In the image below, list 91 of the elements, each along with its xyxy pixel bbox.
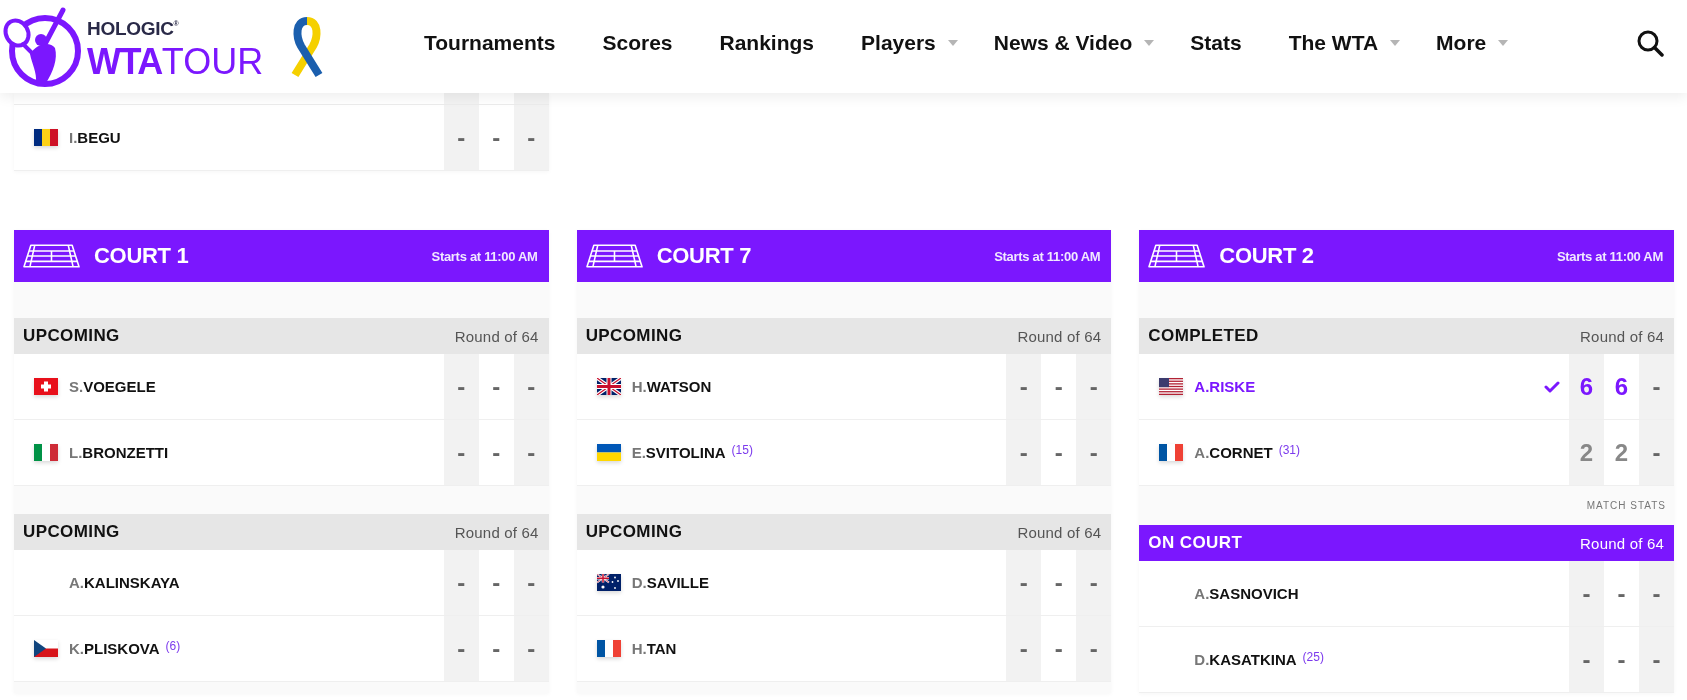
sponsor-wordmark: HOLOGIC$^{®}$ (87, 17, 180, 40)
nav-link[interactable]: Stats (1190, 30, 1242, 55)
score-cell: - (513, 105, 549, 170)
seed-label: (31) (1278, 442, 1300, 457)
score-cell: - (513, 616, 549, 681)
player-name[interactable]: K.PLISKOVA (69, 640, 160, 657)
nav-link[interactable]: Tournaments (424, 30, 556, 55)
seed-label: (6) (165, 638, 181, 653)
nav-link[interactable]: Players (861, 30, 958, 55)
score-cell: - (443, 420, 479, 485)
flag-icon (596, 574, 621, 591)
score-cell: 6 (1569, 354, 1604, 419)
flag-icon (1159, 378, 1184, 395)
player-name[interactable]: D.KASATKINA (1194, 651, 1297, 668)
score-cell: - (1076, 616, 1112, 681)
score-cell: - (513, 550, 549, 615)
score-cell: - (513, 420, 549, 485)
player-name[interactable]: A.CORNET (1194, 444, 1273, 461)
check-icon (1544, 380, 1560, 393)
player-name[interactable]: A.RISKE (1194, 378, 1256, 395)
seed-label: (25) (1302, 649, 1324, 664)
score-cell: - (1639, 420, 1674, 485)
seed-label: (15) (731, 442, 753, 457)
court-name: COURT 1 (94, 243, 189, 269)
caret-icon (1498, 39, 1509, 46)
score-cell: - (1569, 561, 1604, 626)
score-cell: - (1006, 550, 1042, 615)
score-cell: - (1639, 354, 1674, 419)
player-name[interactable]: D.SAVILLE (631, 574, 709, 591)
round-label: Round of 64 (1580, 327, 1664, 345)
round-label: Round of 64 (454, 523, 539, 541)
tennis-court-icon (1148, 244, 1206, 268)
player-name[interactable]: H.WATSON (631, 378, 712, 395)
match-status: UPCOMING (585, 522, 683, 542)
nav-link[interactable]: More (1436, 30, 1509, 55)
score-cell: - (1569, 627, 1604, 692)
round-label: Round of 64 (454, 327, 539, 345)
nav-link[interactable]: News & Video (993, 30, 1155, 55)
nav-link[interactable]: Rankings (719, 30, 815, 55)
player-name[interactable]: A.SASNOVICH (1194, 585, 1299, 602)
flag-icon (596, 640, 621, 657)
player-name[interactable]: S.VOEGELE (69, 378, 156, 395)
match-status: UPCOMING (585, 326, 683, 346)
match-stats-link[interactable]: MATCH STATS (1586, 500, 1666, 511)
court-name: COURT 7 (656, 243, 752, 269)
score-cell: - (443, 354, 479, 419)
start-time: Starts at 11:00 AM (1556, 248, 1663, 264)
player-name[interactable]: L.BRONZETTI (69, 444, 169, 461)
round-label: Round of 64 (1580, 534, 1664, 552)
round-label: Round of 64 (1017, 523, 1102, 541)
caret-icon (1390, 39, 1401, 46)
flag-icon (34, 129, 58, 146)
player-name[interactable]: A.KALINSKAYA (69, 574, 180, 591)
flag-icon (596, 444, 621, 461)
caret-icon (947, 39, 958, 46)
score-cell: - (1639, 561, 1674, 626)
flag-icon (34, 378, 58, 395)
tennis-court-icon (585, 244, 643, 268)
score-cell: - (513, 354, 549, 419)
nav-link[interactable]: The WTA (1288, 30, 1401, 55)
round-label: Round of 64 (1017, 327, 1102, 345)
score-cell: - (1076, 550, 1112, 615)
nav-link[interactable]: Scores (602, 30, 673, 55)
score-cell: - (443, 616, 479, 681)
logo-wordmark[interactable]: WTATOUR (87, 44, 264, 80)
player-name[interactable]: E.SVITOLINA (631, 444, 726, 461)
start-time: Starts at 11:00 AM (431, 248, 538, 264)
match-status: UPCOMING (23, 326, 120, 346)
score-cell: 2 (1569, 420, 1604, 485)
score-cell: - (443, 550, 479, 615)
flag-icon (34, 444, 58, 461)
flag-icon (1159, 444, 1184, 461)
start-time: Starts at 11:00 AM (994, 248, 1101, 264)
match-status: COMPLETED (1148, 326, 1259, 346)
tennis-court-icon (23, 244, 80, 268)
score-cell: - (1076, 354, 1112, 419)
score-cell: - (1006, 616, 1042, 681)
match-status: ON COURT (1148, 533, 1243, 553)
score-cell: - (1006, 354, 1042, 419)
score-cell: - (1006, 420, 1042, 485)
score-cell: - (1076, 420, 1112, 485)
match-status: UPCOMING (23, 522, 120, 542)
score-cell: - (443, 105, 479, 170)
search-icon[interactable] (1636, 28, 1664, 57)
score-cell: - (1639, 627, 1674, 692)
court-name: COURT 2 (1219, 243, 1314, 269)
flag-icon (596, 378, 621, 395)
player-name[interactable]: H.TAN (631, 640, 677, 657)
flag-icon (34, 640, 58, 657)
caret-icon (1144, 39, 1155, 46)
player-name[interactable]: I.BEGU (69, 129, 121, 146)
